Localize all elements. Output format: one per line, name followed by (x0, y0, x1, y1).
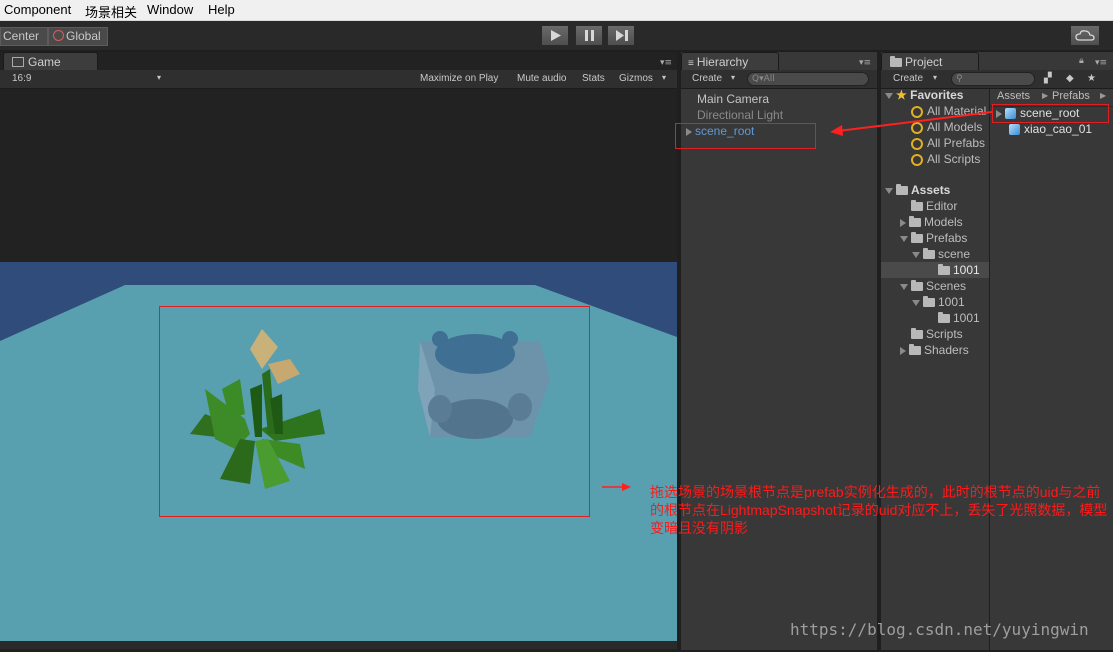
annotation-arrows (602, 111, 993, 491)
watermark: https://blog.csdn.net/yuyingwin (790, 620, 1089, 639)
arrow-head-note (622, 483, 631, 491)
arrow-line-drag (837, 111, 993, 132)
annotation-text: 拖选场景的场景根节点是prefab实例化生成的，此时的根节点的uid与之前的根节… (650, 484, 1108, 536)
arrow-head-drag (830, 125, 843, 136)
